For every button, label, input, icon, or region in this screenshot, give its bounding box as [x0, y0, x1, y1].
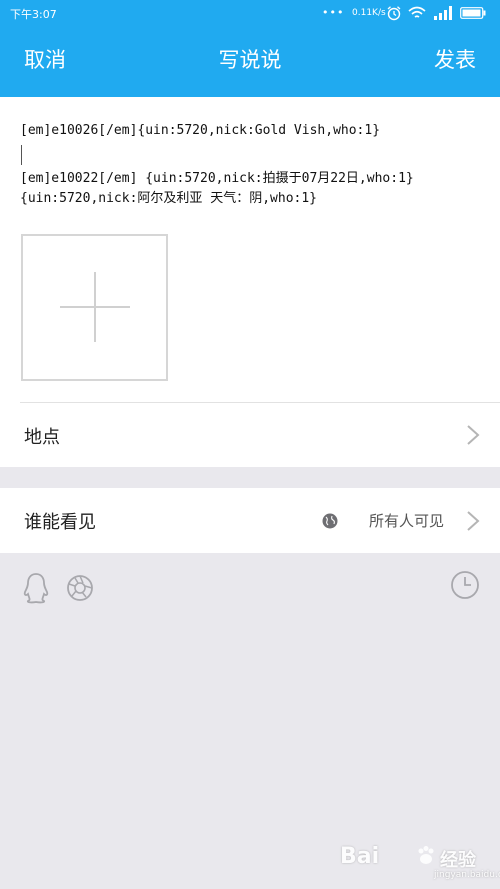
- plus-icon: [94, 272, 96, 342]
- signal-icon: [434, 6, 452, 20]
- network-speed: 0.11K/s: [352, 8, 386, 18]
- post-text-line: [em]e10022[/em] {uin:5720,nick:拍摄于07月22日…: [20, 171, 414, 186]
- camera-icon[interactable]: [66, 574, 94, 602]
- battery-icon: [460, 7, 486, 19]
- visibility-row[interactable]: 谁能看见 所有人可见: [0, 488, 500, 553]
- visibility-label: 谁能看见: [24, 512, 96, 533]
- text-caret: [21, 145, 22, 165]
- post-text-input[interactable]: [em]e10026[/em]{uin:5720,nick:Gold Vish,…: [20, 121, 490, 209]
- globe-icon: [322, 513, 338, 529]
- location-label: 地点: [24, 427, 60, 448]
- status-time: 下午3:07: [10, 8, 57, 21]
- watermark: Bai 经验 jingyan.baidu.com: [340, 838, 500, 882]
- location-row[interactable]: 地点: [0, 403, 500, 467]
- chevron-right-icon: [467, 511, 480, 531]
- header: 下午3:07 ••• 0.11K/s 取消 写说说 发表: [0, 0, 500, 97]
- watermark-brand: 经验: [440, 850, 476, 871]
- visibility-value: 所有人可见: [368, 512, 444, 530]
- qq-icon[interactable]: [22, 572, 50, 604]
- chevron-right-icon: [467, 425, 480, 445]
- add-photo-button[interactable]: [21, 234, 168, 381]
- page-title: 写说说: [218, 48, 282, 72]
- status-bar: 下午3:07 ••• 0.11K/s: [0, 0, 500, 28]
- publish-button[interactable]: 发表: [434, 44, 476, 74]
- watermark-url: jingyan.baidu.com: [434, 870, 500, 880]
- alarm-icon: [387, 6, 401, 21]
- clock-icon[interactable]: [450, 570, 480, 600]
- post-text-line: [em]e10026[/em]{uin:5720,nick:Gold Vish,…: [20, 123, 381, 138]
- notification-dots: •••: [322, 6, 345, 19]
- compose-area: [em]e10026[/em]{uin:5720,nick:Gold Vish,…: [0, 97, 500, 467]
- post-text-line: {uin:5720,nick:阿尔及利亚 天气：阴,who:1}: [20, 191, 318, 206]
- wifi-icon: [408, 6, 426, 18]
- watermark-text: Bai: [340, 844, 380, 869]
- paw-icon: [418, 846, 434, 864]
